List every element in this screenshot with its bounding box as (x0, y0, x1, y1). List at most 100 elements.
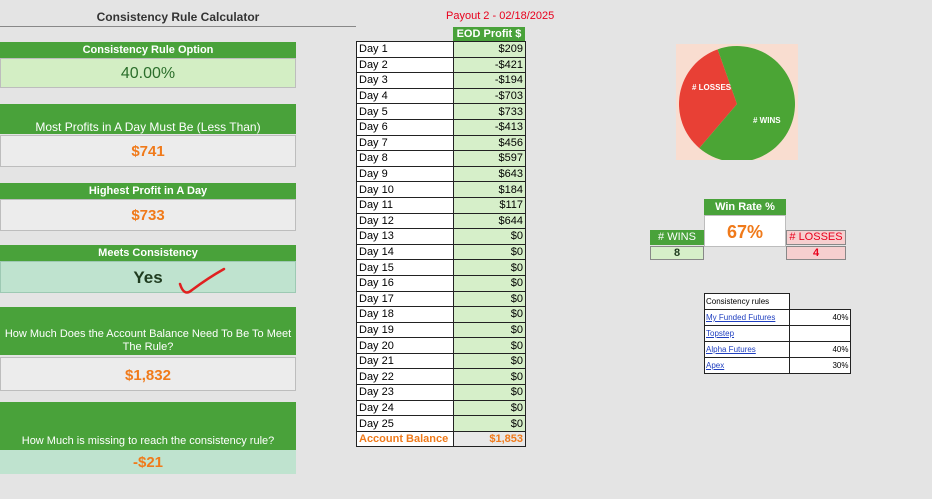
day-profit-cell[interactable]: $184 (453, 181, 526, 198)
day-row: Day 5 $733 (356, 103, 526, 120)
day-label: Day 2 (356, 56, 454, 74)
rule-value-cell[interactable]: 30% (789, 357, 851, 374)
day-label: Day 6 (356, 118, 454, 136)
day-row: Day 13 $0 (356, 228, 526, 245)
rule-row: Alpha Futures 40% (704, 341, 851, 358)
highest-profit-label: Highest Profit in A Day (0, 183, 296, 199)
day-profit-cell[interactable]: $0 (453, 228, 526, 245)
day-profit-cell[interactable]: -$703 (453, 87, 526, 105)
rule-name-cell: Topstep (704, 325, 790, 342)
day-label: Day 15 (356, 259, 454, 276)
day-label: Day 18 (356, 306, 454, 323)
day-label: Day 22 (356, 368, 454, 386)
pie-label-losses: # LOSSES (692, 83, 732, 92)
balance-needed-label: How Much Does the Account Balance Need T… (0, 307, 296, 355)
day-label: Day 1 (356, 41, 454, 58)
page-title: Consistency Rule Calculator (0, 7, 356, 27)
day-profit-cell[interactable]: $733 (453, 103, 526, 120)
day-profit-cell[interactable]: $456 (453, 134, 526, 152)
option-label: Consistency Rule Option (0, 42, 296, 58)
rule-link[interactable]: Alpha Futures (706, 345, 756, 354)
wins-label: # WINS (650, 230, 704, 245)
day-row: Day 8 $597 (356, 150, 526, 167)
wins-value[interactable]: 8 (650, 246, 704, 260)
day-profit-cell[interactable]: $117 (453, 196, 526, 214)
losses-value[interactable]: 4 (786, 246, 846, 260)
day-label: Day 3 (356, 72, 454, 89)
day-row: Day 4 -$703 (356, 87, 526, 105)
day-row: Day 20 $0 (356, 337, 526, 354)
day-row: Day 7 $456 (356, 134, 526, 152)
day-row: Day 22 $0 (356, 368, 526, 386)
day-profit-cell[interactable]: $0 (453, 243, 526, 261)
meets-consistency-value: Yes (133, 268, 163, 287)
most-profits-value[interactable]: $741 (0, 135, 296, 167)
day-profit-cell[interactable]: $0 (453, 415, 526, 432)
rule-name-cell: Apex (704, 357, 790, 374)
day-label: Day 7 (356, 134, 454, 152)
day-row: Day 10 $184 (356, 181, 526, 198)
day-row: Day 15 $0 (356, 259, 526, 276)
day-row: Day 23 $0 (356, 384, 526, 401)
rule-name-cell: Alpha Futures (704, 341, 790, 358)
rule-row: Apex 30% (704, 357, 851, 374)
rule-row: Topstep (704, 325, 851, 342)
day-profit-cell[interactable]: $0 (453, 337, 526, 354)
day-profit-cell[interactable]: $643 (453, 165, 526, 183)
balance-needed-value[interactable]: $1,832 (0, 357, 296, 391)
checkmark-icon (178, 267, 226, 294)
day-profit-cell[interactable]: $209 (453, 41, 526, 58)
pie-svg: # LOSSES # WINS (679, 46, 795, 162)
rule-value-cell[interactable]: 40% (789, 341, 851, 358)
day-label: Day 8 (356, 150, 454, 167)
win-rate-label: Win Rate % (704, 199, 786, 215)
day-profit-cell[interactable]: $0 (453, 399, 526, 417)
consistency-rules-table: Consistency rules My Funded Futures 40% To… (704, 293, 851, 374)
losses-label: # LOSSES (786, 230, 846, 245)
day-label: Day 16 (356, 274, 454, 292)
day-profit-cell[interactable]: $0 (453, 352, 526, 370)
day-profit-cell[interactable]: $0 (453, 321, 526, 339)
rule-link[interactable]: Apex (706, 361, 724, 370)
day-profit-cell[interactable]: $0 (453, 306, 526, 323)
day-label: Day 10 (356, 181, 454, 198)
day-row: Day 6 -$413 (356, 118, 526, 136)
highest-profit-value[interactable]: $733 (0, 199, 296, 231)
meets-consistency-value-cell[interactable]: Yes (0, 261, 296, 293)
option-value-cell[interactable]: 40.00% (0, 58, 296, 88)
day-label: Day 20 (356, 337, 454, 354)
wins-losses-pie-chart: # LOSSES # WINS (676, 44, 798, 162)
day-row: Day 21 $0 (356, 352, 526, 370)
account-balance-label: Account Balance (356, 430, 454, 448)
day-label: Day 13 (356, 228, 454, 245)
account-balance-value[interactable]: $1,853 (453, 430, 526, 448)
missing-value[interactable]: -$21 (0, 450, 296, 474)
day-row: Day 12 $644 (356, 212, 526, 230)
day-label: Day 14 (356, 243, 454, 261)
rule-value-cell[interactable]: 40% (789, 309, 851, 326)
day-profit-cell[interactable]: $0 (453, 259, 526, 276)
rule-link[interactable]: Topstep (706, 329, 734, 338)
day-profit-cell[interactable]: $644 (453, 212, 526, 230)
day-profit-cell[interactable]: -$194 (453, 72, 526, 89)
day-profit-cell[interactable]: $0 (453, 274, 526, 292)
day-profit-cell[interactable]: $0 (453, 290, 526, 308)
rule-value-cell[interactable] (789, 325, 851, 342)
day-label: Day 4 (356, 87, 454, 105)
day-profit-cell[interactable]: $597 (453, 150, 526, 167)
day-profit-cell[interactable]: $0 (453, 368, 526, 386)
pie-label-wins: # WINS (753, 116, 781, 125)
day-profit-cell[interactable]: -$421 (453, 56, 526, 74)
win-rate-value[interactable]: 67% (704, 215, 786, 247)
day-row: Day 14 $0 (356, 243, 526, 261)
day-label: Day 24 (356, 399, 454, 417)
day-profit-cell[interactable]: -$413 (453, 118, 526, 136)
day-label: Day 25 (356, 415, 454, 432)
day-row: Day 2 -$421 (356, 56, 526, 74)
day-label: Day 17 (356, 290, 454, 308)
rule-link[interactable]: My Funded Futures (706, 313, 775, 322)
day-profit-cell[interactable]: $0 (453, 384, 526, 401)
day-label: Day 12 (356, 212, 454, 230)
most-profits-label: Most Profits in A Day Must Be (Less Than… (0, 104, 296, 134)
payout-label: Payout 2 - 02/18/2025 (446, 10, 555, 22)
